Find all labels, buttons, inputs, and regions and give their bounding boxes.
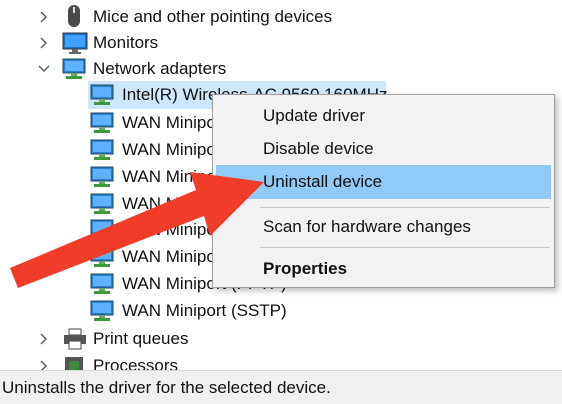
network-adapter-icon: [90, 245, 114, 269]
network-adapter-icon: [90, 218, 114, 242]
status-text: Uninstalls the driver for the selected d…: [2, 377, 331, 397]
network-adapter-icon: [90, 272, 114, 296]
chevron-down-icon[interactable]: [34, 59, 54, 79]
tree-category-label: Processors: [93, 355, 179, 371]
menu-item-uninstall-device[interactable]: Uninstall device: [216, 165, 551, 199]
mouse-icon: [62, 4, 86, 28]
menu-item-properties[interactable]: Properties: [216, 252, 551, 286]
menu-item-disable-device[interactable]: Disable device: [216, 132, 551, 166]
status-bar: Uninstalls the driver for the selected d…: [0, 370, 562, 404]
tree-category-label: Mice and other pointing devices: [93, 6, 333, 26]
processor-icon: [62, 354, 86, 370]
menu-separator: [260, 247, 550, 248]
network-adapter-icon: [90, 138, 114, 162]
printer-icon: [62, 327, 86, 351]
context-menu: Update driver Disable device Uninstall d…: [212, 94, 555, 288]
chevron-right-icon[interactable]: [34, 7, 54, 27]
network-adapter-icon: [90, 83, 114, 107]
menu-item-update-driver[interactable]: Update driver: [216, 99, 551, 133]
chevron-right-icon[interactable]: [34, 329, 54, 349]
tree-category-label: Network adapters: [93, 58, 227, 78]
chevron-right-icon[interactable]: [34, 356, 54, 370]
chevron-right-icon[interactable]: [34, 33, 54, 53]
menu-item-scan-hardware[interactable]: Scan for hardware changes: [216, 210, 551, 244]
tree-item-label: WAN Miniport (SSTP): [122, 300, 287, 320]
tree-category-processors[interactable]: Processors: [0, 349, 562, 370]
network-adapter-icon: [90, 165, 114, 189]
menu-separator: [260, 207, 550, 208]
network-adapter-icon: [90, 111, 114, 135]
tree-category-label: Monitors: [93, 32, 159, 52]
tree-category-label: Print queues: [93, 328, 189, 348]
network-adapter-icon: [90, 299, 114, 323]
